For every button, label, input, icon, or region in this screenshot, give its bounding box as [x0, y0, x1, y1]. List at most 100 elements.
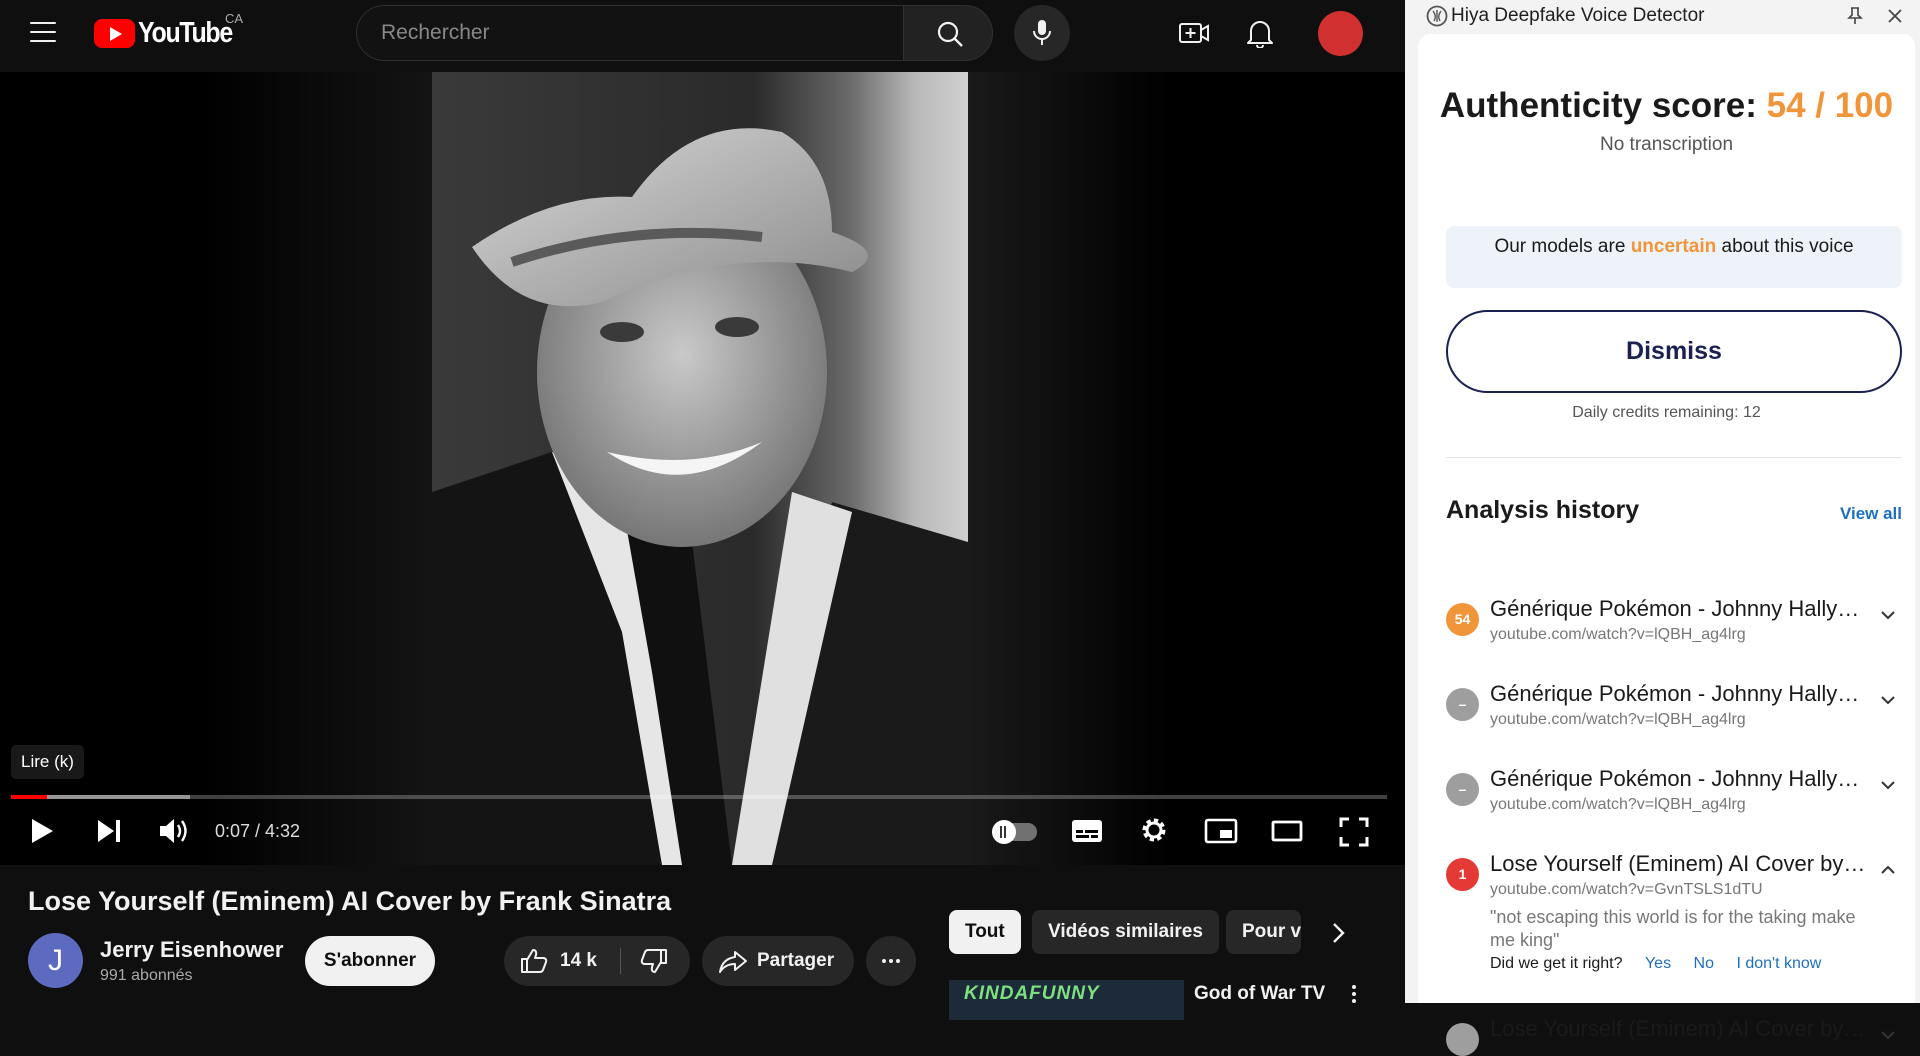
extension-panel: Hiya Deepfake Voice Detector Authenticit… [1405, 0, 1920, 1056]
score-badge: – [1446, 688, 1479, 721]
authenticity-value: 54 / 100 [1766, 86, 1894, 125]
extension-title: Hiya Deepfake Voice Detector [1451, 5, 1705, 26]
chevron-down-icon[interactable] [1880, 694, 1896, 706]
verdict-box: Our models are uncertain about this voic… [1446, 226, 1902, 288]
pin-icon[interactable] [1847, 6, 1863, 26]
extension-header: Hiya Deepfake Voice Detector [1405, 0, 1920, 34]
chevron-down-icon[interactable] [1880, 1029, 1896, 1041]
subscribe-button[interactable]: S'abonner [305, 936, 435, 986]
history-item[interactable]: 54 Générique Pokémon - Johnny Hallyday y… [1446, 596, 1902, 659]
authenticity-label: Authenticity score: [1439, 86, 1757, 125]
like-button[interactable]: 14 k [504, 936, 619, 986]
create-video-icon[interactable] [1178, 20, 1210, 46]
notifications-bell-icon[interactable] [1246, 18, 1274, 48]
search-input[interactable] [357, 6, 903, 60]
feedback-row: Did we get it right? Yes No I don't know [1490, 955, 1821, 973]
search-box [356, 5, 904, 61]
pause-icon [1000, 826, 1002, 838]
search-icon [937, 21, 963, 47]
dismiss-button[interactable]: Dismiss [1446, 310, 1902, 393]
history-item-title: Lose Yourself (Eminem) AI Cover by Frank… [1490, 1016, 1870, 1041]
menu-icon[interactable] [28, 20, 58, 44]
like-count: 14 k [560, 950, 597, 971]
history-item[interactable]: – Générique Pokémon - Johnny Hallyday yo… [1446, 766, 1902, 829]
feedback-yes-link[interactable]: Yes [1645, 955, 1671, 972]
chip-for-you-label: Pour v [1242, 921, 1301, 942]
recommendation-thumbnail[interactable]: KINDAFUNNY [949, 980, 1184, 1020]
chip-for-you[interactable]: Pour v [1226, 910, 1301, 954]
feedback-no-link[interactable]: No [1694, 955, 1714, 972]
history-item-expanded[interactable]: 1 Lose Yourself (Eminem) AI Cover by Fra… [1446, 851, 1902, 984]
view-all-link[interactable]: View all [1840, 504, 1902, 524]
logo-text: YouTube [138, 16, 233, 49]
youtube-play-icon [94, 18, 135, 48]
history-item-title: Générique Pokémon - Johnny Hallyday [1490, 681, 1870, 706]
search-button[interactable] [903, 5, 993, 61]
video-frame-right [968, 72, 1168, 865]
transcription-quote: "not escaping this world is for the taki… [1490, 907, 1856, 950]
recommendation-title[interactable]: God of War TV [1194, 983, 1325, 1005]
chip-similar-videos[interactable]: Vidéos similaires [1032, 910, 1219, 954]
history-item-url: youtube.com/watch?v=lQBH_ag4lrg [1490, 626, 1746, 643]
feedback-question: Did we get it right? [1490, 955, 1623, 972]
transcription-status: No transcription [1599, 134, 1734, 155]
share-button[interactable]: Partager [702, 936, 854, 986]
history-item-url: youtube.com/watch?v=GvnTSLS1dTU [1490, 881, 1763, 898]
next-icon[interactable] [95, 817, 123, 845]
thumbs-up-icon [521, 949, 548, 973]
microphone-icon [1033, 20, 1051, 45]
chip-all[interactable]: Tout [949, 910, 1021, 954]
channel-name[interactable]: Jerry Eisenhower [100, 937, 283, 963]
time-display: 0:07 / 4:32 [215, 821, 301, 841]
channel-avatar[interactable]: J [28, 933, 83, 988]
video-frame-left [200, 72, 432, 865]
history-item-title: Générique Pokémon - Johnny Hallyday [1490, 766, 1870, 791]
verdict-post: about this voice [1721, 236, 1854, 257]
fullscreen-icon[interactable] [1339, 817, 1369, 847]
autoplay-toggle[interactable] [992, 820, 1037, 844]
authenticity-score: Authenticity score: 54 / 100 [1418, 86, 1915, 126]
more-actions-button[interactable] [866, 936, 916, 986]
close-icon[interactable] [1887, 8, 1903, 24]
youtube-page: YouTube CA Rechercher Lire (k) 0:07 / 4:… [0, 0, 1405, 1020]
chevron-down-icon[interactable] [1880, 609, 1896, 621]
top-bar: YouTube CA [0, 0, 1405, 68]
history-item[interactable]: Lose Yourself (Eminem) AI Cover by Frank… [1446, 1016, 1902, 1056]
settings-gear-icon[interactable] [1139, 815, 1169, 845]
video-player[interactable]: Lire (k) 0:07 / 4:32 [0, 72, 1405, 865]
feedback-dont-know-link[interactable]: I don't know [1736, 955, 1821, 972]
history-title: Analysis history [1446, 496, 1640, 524]
country-code: CA [225, 11, 244, 26]
subscriber-count: 991 abonnés [100, 967, 193, 984]
dislike-button[interactable] [621, 936, 690, 986]
recommendation-thumb-text: KINDAFUNNY [964, 983, 1100, 1004]
daily-credits: Daily credits remaining: 12 [1572, 404, 1761, 421]
history-item-title: Générique Pokémon - Johnny Hallyday [1490, 596, 1870, 621]
share-label: Partager [757, 950, 835, 971]
play-tooltip: Lire (k) [11, 745, 84, 779]
history-item-title: Lose Yourself (Eminem) AI Cover by Frank… [1490, 851, 1870, 876]
extension-body: Authenticity score: 54 / 100 No transcri… [1418, 34, 1915, 1056]
video-frame-image [432, 72, 968, 865]
verdict-word: uncertain [1630, 236, 1717, 257]
volume-icon[interactable] [158, 816, 190, 846]
account-avatar[interactable] [1318, 11, 1363, 56]
theater-mode-icon[interactable] [1271, 820, 1303, 842]
more-horizontal-icon [882, 959, 886, 963]
score-badge: 1 [1446, 858, 1479, 891]
portrait-illustration [432, 128, 968, 865]
miniplayer-icon[interactable] [1204, 818, 1238, 844]
chevron-right-icon[interactable] [1328, 920, 1348, 946]
voice-search-button[interactable] [1014, 5, 1070, 61]
chevron-up-icon[interactable] [1880, 864, 1896, 876]
like-dislike-group: 14 k [504, 936, 690, 986]
score-badge: – [1446, 773, 1479, 806]
play-icon[interactable] [28, 816, 56, 846]
youtube-logo[interactable]: YouTube CA [94, 11, 247, 49]
subtitles-icon[interactable] [1071, 818, 1103, 844]
chevron-down-icon[interactable] [1880, 779, 1896, 791]
recommendation-more-icon[interactable] [1352, 985, 1356, 989]
progress-bar[interactable] [11, 795, 1387, 799]
history-item[interactable]: – Générique Pokémon - Johnny Hallyday yo… [1446, 681, 1902, 744]
divider [1446, 457, 1902, 458]
